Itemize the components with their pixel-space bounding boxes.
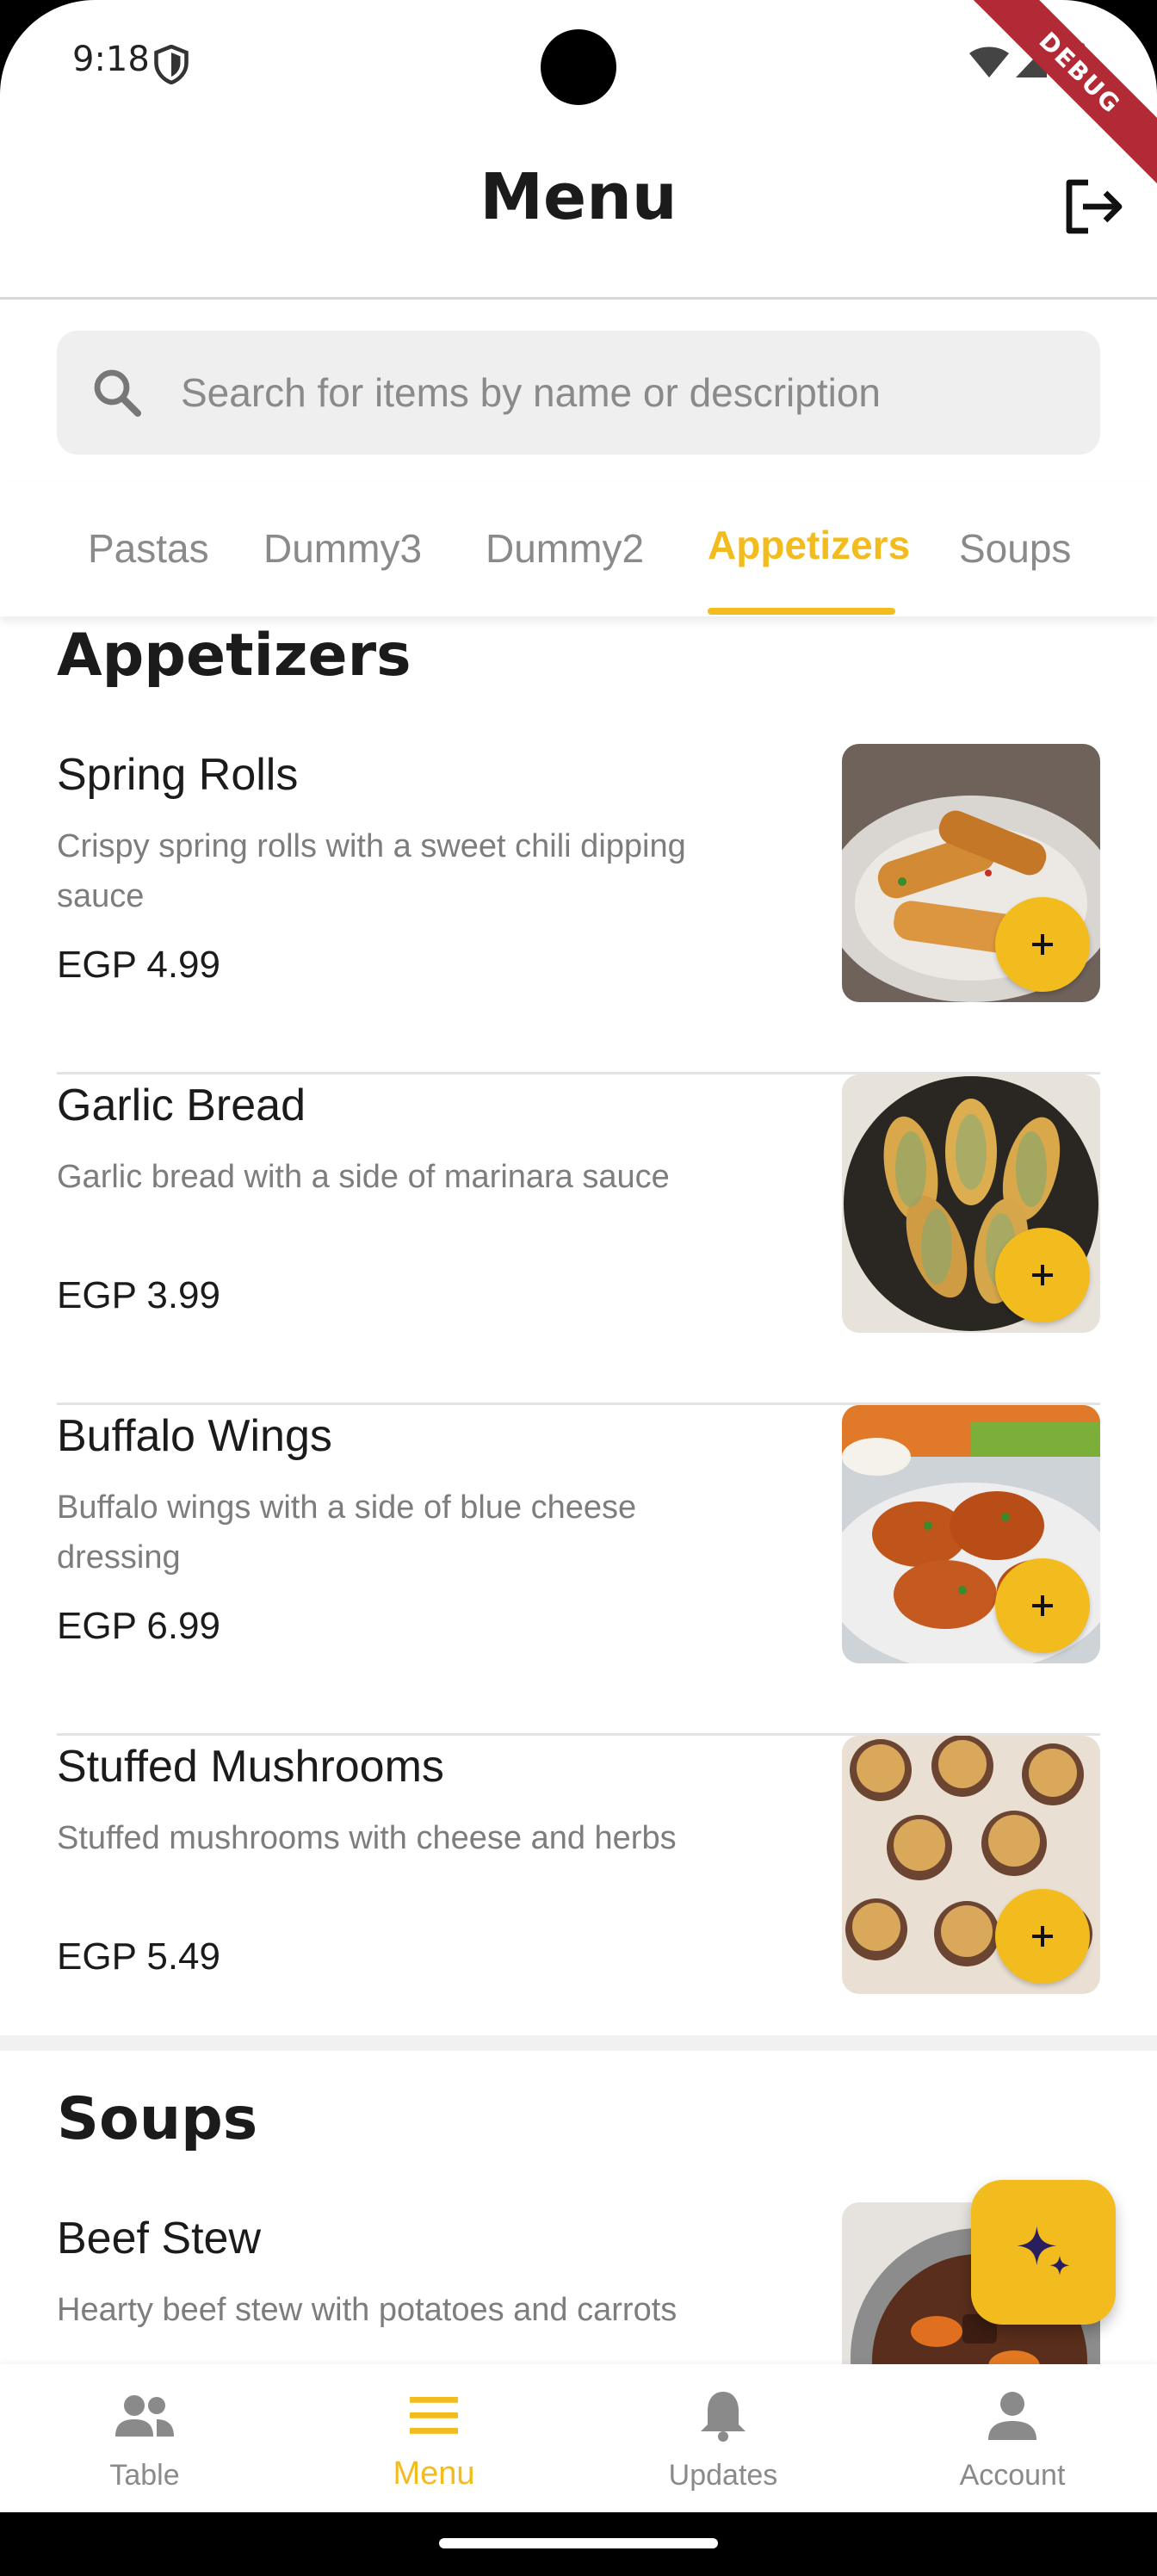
bell-icon [701, 2392, 746, 2442]
plus-icon [1032, 934, 1053, 955]
app-header: Menu [0, 129, 1157, 300]
plus-icon [1032, 1265, 1053, 1285]
gesture-bar [0, 2512, 1157, 2576]
item-name: Buffalo Wings [57, 1411, 332, 1461]
nav-label: Account [959, 2459, 1066, 2492]
item-name: Stuffed Mushrooms [57, 1742, 444, 1792]
logout-button[interactable] [1059, 172, 1128, 241]
shield-icon [154, 45, 189, 84]
add-to-cart-button[interactable] [995, 1558, 1090, 1653]
nav-label: Table [109, 2459, 180, 2492]
item-price: EGP 5.49 [57, 1935, 220, 1978]
nav-item-account[interactable]: Account [868, 2364, 1157, 2512]
menu-item-buffalo-wings[interactable]: Buffalo Wings Buffalo wings with a side … [57, 1405, 1100, 1736]
nav-label: Menu [393, 2455, 475, 2492]
tab-dummy3[interactable]: Dummy3 [263, 525, 422, 572]
status-time: 9:18 [72, 40, 150, 79]
tab-pastas[interactable]: Pastas [88, 525, 209, 572]
active-tab-indicator [708, 608, 895, 615]
ai-assistant-fab[interactable] [971, 2180, 1116, 2325]
add-to-cart-button[interactable] [995, 897, 1090, 992]
nav-item-updates[interactable]: Updates [578, 2364, 868, 2512]
item-price: EGP 3.99 [57, 1274, 220, 1316]
item-description: Crispy spring rolls with a sweet chili d… [57, 828, 686, 914]
nav-item-menu[interactable]: Menu [289, 2364, 578, 2512]
menu-icon [410, 2397, 458, 2434]
nav-label: Updates [668, 2459, 778, 2492]
wifi-icon [969, 46, 1009, 77]
search-input[interactable] [181, 356, 1076, 429]
sparkles-icon [1017, 2226, 1070, 2276]
section-title-appetizers: Appetizers [57, 622, 411, 690]
item-name: Beef Stew [57, 2214, 262, 2263]
item-name: Garlic Bread [57, 1081, 306, 1130]
tab-appetizers[interactable]: Appetizers [708, 522, 910, 568]
tab-soups[interactable]: Soups [959, 525, 1071, 572]
item-price: EGP 4.99 [57, 944, 220, 986]
item-description: Hearty beef stew with potatoes and carro… [57, 2292, 677, 2328]
item-description: Stuffed mushrooms with cheese and herbs [57, 1820, 677, 1856]
section-separator [0, 2035, 1157, 2051]
add-to-cart-button[interactable] [995, 1228, 1090, 1322]
item-name: Spring Rolls [57, 750, 299, 800]
home-indicator[interactable] [439, 2538, 718, 2548]
item-description: Buffalo wings with a side of blue cheese… [57, 1489, 637, 1576]
item-price: EGP 6.99 [57, 1605, 220, 1647]
menu-item-beef-stew[interactable]: Beef Stew Hearty beef stew with potatoes… [57, 2202, 1100, 2364]
plus-icon [1032, 1595, 1053, 1616]
category-tabs: Pastas Dummy3 Dummy2 Appetizers Soups [0, 482, 1157, 616]
menu-item-garlic-bread[interactable]: Garlic Bread Garlic bread with a side of… [57, 1074, 1100, 1405]
item-description: Garlic bread with a side of marinara sau… [57, 1159, 670, 1195]
camera-cutout [541, 29, 616, 105]
section-title-soups: Soups [57, 2085, 258, 2153]
add-to-cart-button[interactable] [995, 1889, 1090, 1984]
page-title: Menu [480, 160, 677, 234]
menu-item-stuffed-mushrooms[interactable]: Stuffed Mushrooms Stuffed mushrooms with… [57, 1736, 1100, 2066]
person-icon [988, 2392, 1036, 2440]
nav-item-table[interactable]: Table [0, 2364, 289, 2512]
menu-list[interactable]: Appetizers Spring Rolls Crispy spring ro… [0, 616, 1157, 2364]
status-bar: 9:18 DEBUG [0, 0, 1157, 188]
bottom-navigation: Table Menu Updates Account [0, 2364, 1157, 2512]
tab-dummy2[interactable]: Dummy2 [486, 525, 644, 572]
menu-item-spring-rolls[interactable]: Spring Rolls Crispy spring rolls with a … [57, 744, 1100, 1074]
app-screen: 9:18 DEBUG Menu Search for items by name… [0, 0, 1157, 2576]
search-icon [94, 369, 141, 417]
people-icon [115, 2395, 174, 2437]
search-bar[interactable] [57, 331, 1100, 455]
plus-icon [1032, 1926, 1053, 1947]
